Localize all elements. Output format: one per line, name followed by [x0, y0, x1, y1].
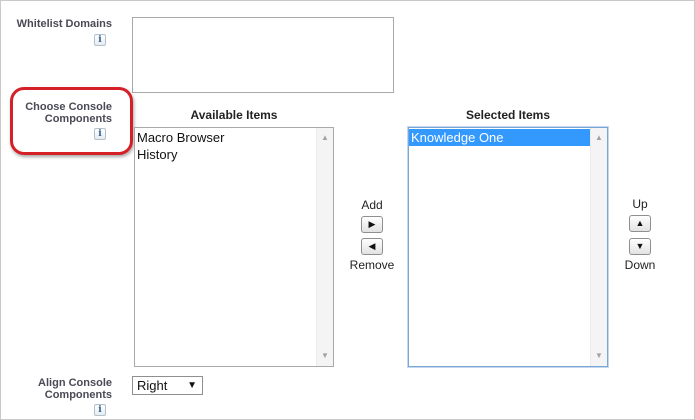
scrollbar[interactable]: ▲ ▼: [316, 128, 333, 366]
scroll-down-icon[interactable]: ▼: [591, 348, 607, 364]
label-line: Choose Console: [25, 101, 112, 113]
info-icon[interactable]: i: [94, 34, 106, 46]
select-value: Right: [137, 378, 168, 393]
chevron-down-icon: ▼: [187, 380, 197, 391]
info-icon[interactable]: i: [94, 404, 106, 416]
remove-arrow-icon: ◀: [368, 241, 376, 251]
available-items-listbox[interactable]: Macro Browser History ▲ ▼: [134, 127, 334, 367]
label-line: Align Console: [38, 377, 112, 389]
up-arrow-icon: ▲: [635, 218, 645, 228]
remove-label: Remove: [349, 258, 395, 272]
align-console-select[interactable]: Right ▼: [132, 376, 203, 395]
selected-items-heading: Selected Items: [465, 108, 551, 122]
scroll-up-icon[interactable]: ▲: [317, 130, 333, 146]
label-line: Components: [44, 113, 112, 125]
info-icon[interactable]: i: [94, 128, 106, 140]
scroll-down-icon[interactable]: ▼: [317, 348, 333, 364]
list-item[interactable]: History: [135, 146, 316, 163]
remove-button[interactable]: ◀: [361, 238, 383, 255]
choose-console-components-label: Choose Console Components: [11, 101, 112, 125]
move-down-button[interactable]: ▼: [629, 238, 651, 255]
add-arrow-icon: ▶: [368, 219, 376, 229]
list-item[interactable]: Macro Browser: [135, 129, 316, 146]
whitelist-domains-label: Whitelist Domains: [16, 18, 112, 30]
available-items-heading: Available Items: [190, 108, 278, 122]
down-label: Down: [624, 258, 656, 272]
list-item[interactable]: Knowledge One: [409, 129, 590, 146]
setup-form-page: Whitelist Domains i Choose Console Compo…: [0, 0, 695, 420]
up-label: Up: [632, 197, 648, 211]
whitelist-domains-textarea[interactable]: [132, 17, 394, 93]
align-console-components-label: Align Console Components: [11, 377, 112, 401]
add-button[interactable]: ▶: [361, 216, 383, 233]
down-arrow-icon: ▼: [635, 241, 645, 251]
move-up-button[interactable]: ▲: [629, 215, 651, 232]
scroll-up-icon[interactable]: ▲: [591, 130, 607, 146]
selected-items-listbox[interactable]: Knowledge One ▲ ▼: [408, 127, 608, 367]
add-label: Add: [361, 198, 383, 212]
label-line: Components: [44, 389, 112, 401]
scrollbar[interactable]: ▲ ▼: [590, 128, 607, 366]
